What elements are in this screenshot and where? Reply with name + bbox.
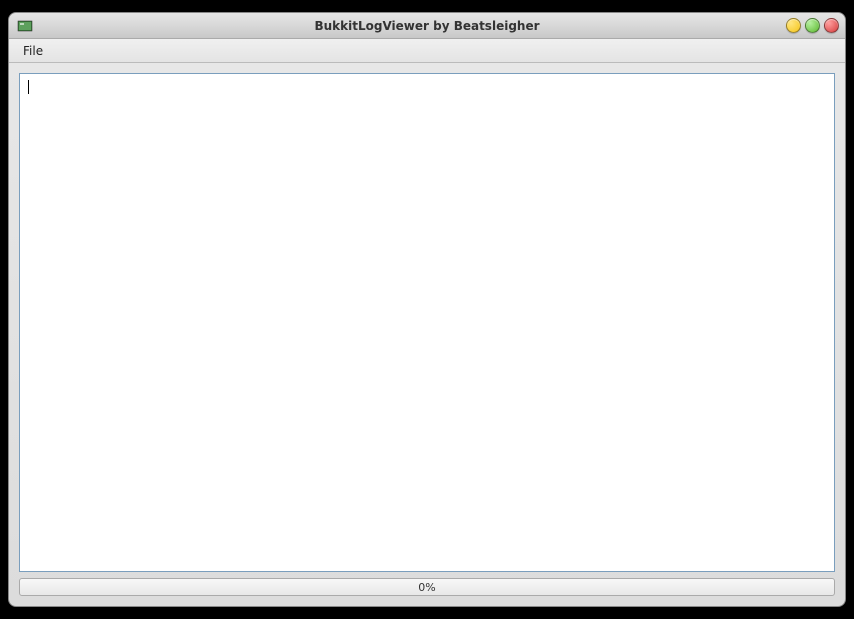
log-textarea[interactable] [20, 74, 834, 571]
app-icon [17, 18, 33, 34]
minimize-button[interactable] [786, 18, 801, 33]
menubar: File [9, 39, 845, 63]
log-viewer-frame [19, 73, 835, 572]
text-cursor-icon [28, 80, 29, 94]
app-window: BukkitLogViewer by Beatsleigher File 0% [8, 12, 846, 607]
titlebar[interactable]: BukkitLogViewer by Beatsleigher [9, 13, 845, 39]
window-controls [786, 18, 839, 33]
progress-bar: 0% [19, 578, 835, 596]
progress-label: 0% [418, 581, 435, 594]
menu-file[interactable]: File [13, 41, 53, 61]
close-button[interactable] [824, 18, 839, 33]
window-title: BukkitLogViewer by Beatsleigher [9, 19, 845, 33]
maximize-button[interactable] [805, 18, 820, 33]
